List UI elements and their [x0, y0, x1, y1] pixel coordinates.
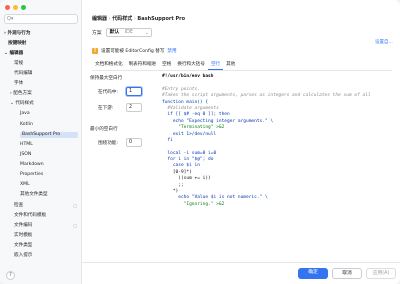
help-icon[interactable]: ?: [6, 271, 15, 280]
settings-sidebar: Q▾ › 外观与行为 按键映射 ⌄ 编辑器常规代码编辑字体 › 配色方案 ⌄ 代码样式 J…: [0, 0, 82, 284]
sidebar-item[interactable]: Kotlin: [20, 122, 33, 128]
close-window-button[interactable]: [5, 5, 10, 10]
dialog-footer: 确定 取消 应用(A): [82, 262, 400, 284]
sidebar-item[interactable]: 嵌入提示: [14, 253, 32, 259]
cancel-button[interactable]: 取消: [332, 268, 362, 279]
sidebar-item[interactable]: 文件类型: [14, 243, 32, 249]
scheme-value: 默认: [109, 30, 120, 35]
around-function-input[interactable]: 0: [126, 138, 142, 147]
project-scope-icon: ▢: [73, 223, 77, 228]
in-code-label: 在代码中:: [98, 90, 118, 95]
tab-spaces[interactable]: 空格: [159, 61, 174, 70]
around-function-label: 围绕功能:: [98, 141, 118, 146]
tab-tabs-indents[interactable]: 制表符和缩进: [126, 61, 160, 70]
ok-button[interactable]: 确定: [298, 268, 328, 279]
sidebar-item[interactable]: 按键映射: [8, 41, 26, 47]
scheme-label: 方案: [92, 31, 102, 36]
sidebar-item[interactable]: › 外观与行为: [4, 31, 30, 37]
sidebar-item[interactable]: 文件和代码模板: [14, 213, 46, 219]
warning-text: 设置可能被 EditorConfig 替写: [101, 49, 165, 54]
project-scope-icon: ▢: [73, 203, 77, 208]
code-preview: #!/usr/bin/env bash #Entry points. #Takes …: [162, 72, 400, 268]
settings-main-panel: 编辑器 › 代码样式 › BashSupport Pro 方案 默认 IDE ⌄…: [82, 0, 400, 284]
breadcrumb: 编辑器 › 代码样式 › BashSupport Pro: [92, 15, 185, 22]
min-blank-lines-title: 最小的空白行: [90, 127, 118, 132]
sidebar-item[interactable]: 其他文件类型: [20, 192, 48, 198]
sidebar-item[interactable]: 代码编辑: [14, 71, 32, 77]
in-code-input[interactable]: 1: [126, 87, 142, 96]
tab-wrapping-braces[interactable]: 换行和大括号: [174, 61, 208, 70]
sidebar-item[interactable]: ⌄ 代码样式: [10, 101, 34, 107]
blank-lines-options: 保持最大空白行 在代码中: 1 在下游: 2 最小的空白行 围绕功能: 0: [88, 72, 158, 268]
settings-search-input[interactable]: Q▾: [4, 14, 78, 24]
sidebar-item[interactable]: XML: [20, 182, 30, 188]
editorconfig-warning: ! 设置可能被 EditorConfig 替写 禁用: [92, 48, 177, 54]
breadcrumb-separator: ›: [108, 16, 111, 22]
code-line: #Takes the script arguments, parses as i…: [162, 93, 371, 99]
sidebar-item[interactable]: 常规: [14, 61, 23, 67]
set-from-link[interactable]: 设置自...: [375, 39, 393, 45]
breadcrumb-code-style[interactable]: 代码样式: [112, 16, 132, 22]
keep-max-blank-lines-title: 保持最大空白行: [90, 76, 123, 81]
tab-tabs-and-indents[interactable]: 文档和格式化: [92, 61, 126, 70]
sidebar-item[interactable]: Markdown: [20, 162, 44, 168]
sidebar-item[interactable]: Java: [20, 111, 30, 117]
sidebar-item[interactable]: BashSupport Pro: [20, 132, 78, 138]
minimize-window-button[interactable]: [13, 5, 18, 10]
sidebar-item[interactable]: 文件编码: [14, 223, 32, 229]
tabs-divider: [92, 70, 392, 71]
warning-icon: !: [92, 48, 98, 54]
scheme-tag: IDE: [124, 30, 133, 35]
settings-window: Q▾ › 外观与行为 按键映射 ⌄ 编辑器常规代码编辑字体 › 配色方案 ⌄ 代码样式 J…: [0, 0, 400, 284]
before-closing-label: 在下游:: [98, 106, 114, 111]
sidebar-item[interactable]: 检查: [14, 203, 23, 209]
sidebar-item[interactable]: › 配色方案: [10, 91, 32, 97]
apply-button[interactable]: 应用(A): [366, 268, 396, 279]
zoom-window-button[interactable]: [21, 5, 26, 10]
sidebar-item[interactable]: 实时模板: [14, 233, 32, 239]
before-closing-input[interactable]: 2: [126, 103, 142, 112]
scheme-select[interactable]: 默认 IDE ⌄: [105, 28, 152, 37]
tab-other[interactable]: 其他: [223, 61, 238, 70]
sidebar-item[interactable]: Properties: [20, 172, 43, 178]
scheme-row: 方案 默认 IDE ⌄: [92, 28, 152, 37]
breadcrumb-bashsupport: BashSupport Pro: [137, 16, 186, 22]
breadcrumb-editor[interactable]: 编辑器: [92, 16, 107, 22]
sidebar-item[interactable]: HTML: [20, 142, 33, 148]
disable-link[interactable]: 禁用: [167, 48, 176, 54]
breadcrumb-separator: ›: [133, 16, 136, 22]
tab-blank-lines[interactable]: 空行: [207, 61, 224, 70]
sidebar-item[interactable]: ⌄ 编辑器: [4, 51, 23, 57]
sidebar-item[interactable]: 字体: [14, 81, 23, 87]
window-controls: [5, 5, 26, 10]
chevron-down-icon: ⌄: [145, 30, 149, 35]
sidebar-item[interactable]: JSON: [20, 152, 31, 158]
code-style-tabs: 文档和格式化 制表符和缩进 空格 换行和大括号 空行 其他: [92, 61, 238, 70]
code-line: "Ignoring." >&2: [162, 201, 225, 207]
